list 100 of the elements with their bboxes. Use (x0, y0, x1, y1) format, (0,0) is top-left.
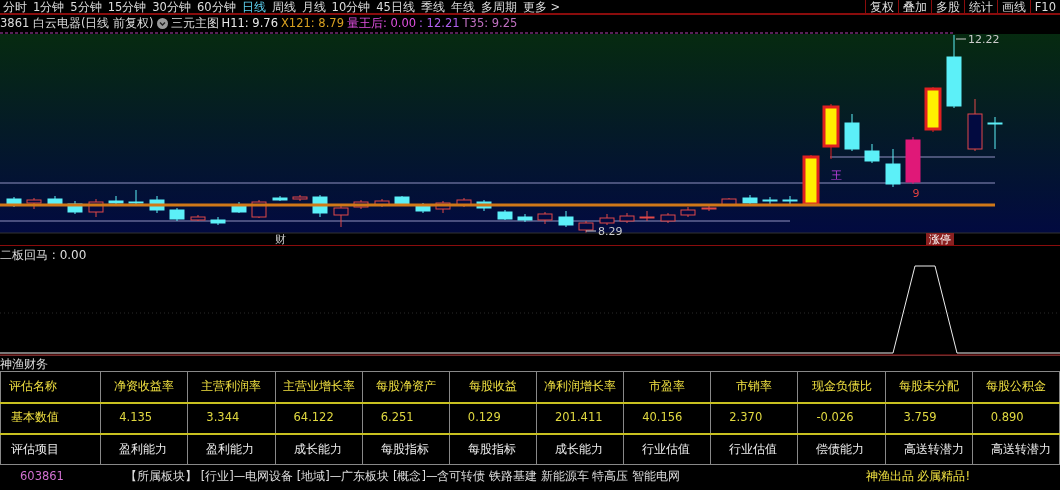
candle (802, 154, 820, 206)
table-cell: 偿债能力 (797, 433, 886, 465)
candle (231, 201, 247, 214)
table-cell: -0.026 (797, 402, 886, 434)
candle (272, 195, 288, 202)
table-cell: 0.890 (972, 402, 1060, 434)
candle (660, 212, 676, 224)
candle (558, 210, 574, 228)
table-cell: 2.370 (710, 402, 798, 434)
template-name[interactable]: 三元主图 (170, 15, 219, 31)
candle (599, 213, 615, 226)
period-tab[interactable]: 季线 (417, 0, 448, 13)
indicator-value: H11: 9.76 (221, 15, 278, 31)
event-tag: 财 (274, 233, 286, 245)
candle (822, 103, 840, 160)
indicator-value: : 12.21 (419, 15, 460, 31)
candle (721, 197, 737, 207)
table-cell: 盈利能力 (100, 433, 188, 465)
row-label: 基本数值 (0, 402, 101, 434)
table-cell: 行业估值 (623, 433, 711, 465)
table-cell: 每股指标 (362, 433, 450, 465)
table-cell: 64.122 (275, 402, 363, 434)
signal-mark: 王 (830, 169, 842, 182)
candle (537, 211, 553, 225)
price-label: 8.29 (598, 225, 623, 238)
column-header: 评估名称 (0, 371, 101, 403)
candle (67, 200, 83, 215)
period-tab[interactable]: 60分钟 (193, 0, 239, 13)
signal-mark: 9 (912, 187, 920, 200)
table-cell: 3.344 (187, 402, 275, 434)
period-tab[interactable]: 15分钟 (104, 0, 150, 13)
period-tab[interactable]: 周线 (268, 0, 299, 13)
period-tab[interactable]: 45日线 (373, 0, 418, 13)
table-cell: 行业估值 (710, 433, 798, 465)
indicator-value: 量王后: 0.00 (346, 15, 417, 31)
table-cell: 高送转潜力 (972, 433, 1060, 465)
column-header: 每股公积金 (972, 371, 1060, 403)
candle (639, 210, 655, 222)
candle (47, 195, 63, 207)
period-tab[interactable]: 分时 (0, 0, 30, 13)
row-label: 评估项目 (0, 433, 101, 465)
candle (987, 116, 1003, 150)
candle (169, 207, 185, 222)
candle (967, 98, 983, 152)
candle (394, 195, 410, 207)
table-cell: 高送转潜力 (885, 433, 973, 465)
table-cell: 成长能力 (275, 433, 363, 465)
candle (782, 195, 798, 206)
candle (333, 204, 349, 228)
table-cell: 4.135 (100, 402, 188, 434)
period-tab[interactable]: 月线 (298, 0, 329, 13)
candle (905, 136, 921, 185)
candle (844, 113, 860, 152)
candle (924, 86, 942, 133)
candle (210, 216, 226, 226)
table-cell: 3.759 (885, 402, 973, 434)
candle (312, 194, 328, 218)
table-cell: 盈利能力 (187, 433, 275, 465)
period-tab[interactable]: 10分钟 (328, 0, 374, 13)
candle (762, 196, 778, 206)
candle (292, 194, 308, 202)
table-cell: 每股指标 (449, 433, 537, 465)
period-tab[interactable]: 5分钟 (67, 0, 105, 13)
candle (885, 148, 901, 188)
candle (190, 214, 206, 222)
column-header: 主营利润率 (187, 371, 275, 403)
table-cell: 成长能力 (536, 433, 624, 465)
candle (26, 197, 42, 210)
indicator-title: 二板回马 : 0.00 (0, 247, 88, 264)
table-cell: 201.411 (536, 402, 624, 434)
period-tab[interactable]: 更多 > (519, 0, 564, 13)
column-header: 每股收益 (449, 371, 537, 403)
candle (619, 212, 635, 224)
candle (435, 200, 451, 214)
price-label: 12.22 (968, 33, 1000, 46)
candle (517, 213, 533, 223)
table-cell: 6.251 (362, 402, 450, 434)
stock-title: 3861 白云电器(日线 前复权) (0, 15, 154, 31)
column-header: 现金负债比 (797, 371, 886, 403)
column-header: 每股净资产 (362, 371, 450, 403)
column-header: 净利润增长率 (536, 371, 624, 403)
candle (680, 206, 696, 218)
candle (497, 209, 513, 221)
period-tab[interactable]: 年线 (447, 0, 478, 13)
stock-code: 603861 (19, 468, 65, 485)
column-header: 市盈率 (623, 371, 711, 403)
period-tab[interactable]: 1分钟 (30, 0, 68, 13)
period-tab[interactable]: 30分钟 (149, 0, 194, 13)
column-header: 主营业增长率 (275, 371, 363, 403)
candle (88, 198, 104, 218)
column-header: 市销率 (710, 371, 798, 403)
sector-text: 【所属板块】 [行业]—电网设备 [地域]—广东板块 [概念]—含可转债 铁路基建 新能源车 特高压 智能电网 (125, 468, 680, 485)
candle (108, 195, 124, 206)
period-tab[interactable]: 多周期 (477, 0, 520, 13)
slogan: 神渔出品 必属精品! (865, 468, 970, 485)
period-tab[interactable]: 日线 (238, 0, 269, 13)
table-cell: 40.156 (623, 402, 711, 434)
dropdown-icon[interactable] (156, 17, 168, 29)
panel-title: 神渔财务 (0, 357, 48, 371)
indicator-value: T35: 9.25 (462, 15, 518, 31)
